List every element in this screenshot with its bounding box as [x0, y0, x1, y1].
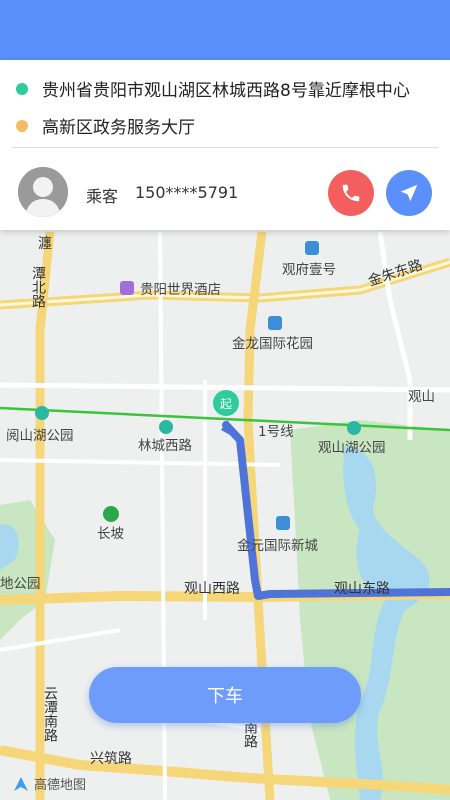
map-label-guanfu: 观府壹号 [282, 262, 336, 278]
map-label-yuntan-north: 潭北路 [30, 265, 46, 308]
map-label-guanshan-side: 观山 [408, 389, 435, 405]
navigate-button[interactable] [386, 170, 432, 216]
map-label-metro-line: 1号线 [258, 424, 294, 440]
metro-station-icon [159, 420, 173, 434]
map-label-changpo: 长坡 [97, 526, 124, 542]
origin-dot-icon [16, 82, 28, 95]
map-label-yuntan-top: 瀍 [38, 235, 52, 252]
header-bar [0, 0, 450, 60]
metro-station-icon [35, 406, 49, 420]
destination-dot-icon [16, 119, 28, 132]
building-icon [268, 316, 282, 330]
map-label-yuntan-south: 云潭南路 [42, 686, 58, 742]
divider [12, 147, 438, 148]
passenger-avatar [18, 167, 68, 217]
alight-button[interactable]: 下车 [89, 667, 361, 723]
park-icon [103, 506, 119, 522]
hotel-icon [120, 281, 134, 295]
navigation-arrow-icon [400, 184, 418, 202]
map-label-south-road: 南路 [242, 720, 258, 748]
map-label-xingzhu: 兴筑路 [90, 751, 132, 767]
avatar-person-icon [18, 167, 68, 217]
passenger-label: 乘客 [86, 187, 119, 206]
call-button[interactable] [328, 170, 374, 216]
map-label-guanshan-east: 观山东路 [334, 581, 390, 597]
building-icon [276, 516, 290, 530]
map-label-jinlong: 金龙国际花园 [232, 336, 313, 352]
trip-info-card: 贵州省贵阳市观山湖区林城西路8号靠近摩根中心 高新区政务服务大厅 乘客 150*… [0, 60, 450, 230]
map-watermark: 高德地图 [12, 774, 86, 793]
map-label-hotel: 贵阳世界酒店 [140, 282, 221, 298]
amap-logo-icon [14, 776, 28, 791]
origin-row: 贵州省贵阳市观山湖区林城西路8号靠近摩根中心 [16, 76, 410, 101]
destination-row: 高新区政务服务大厅 [16, 113, 195, 138]
map-label-yueshanhu: 阅山湖公园 [6, 428, 74, 444]
map-label-linchengxi: 林城西路 [138, 438, 192, 454]
map-label-guanshanhu: 观山湖公园 [318, 440, 386, 456]
building-icon [305, 241, 319, 255]
map-label-park-partial: 地公园 [0, 576, 41, 592]
metro-station-icon [347, 421, 361, 435]
origin-address: 贵州省贵阳市观山湖区林城西路8号靠近摩根中心 [42, 81, 410, 101]
passenger-phone: 150****5791 [135, 183, 239, 202]
map-label-guanshan-west: 观山西路 [184, 581, 240, 597]
map-label-jinyuan: 金元国际新城 [237, 538, 318, 554]
phone-icon [342, 184, 360, 202]
destination-address: 高新区政务服务大厅 [42, 118, 195, 138]
start-marker-label: 起 [220, 397, 232, 411]
watermark-text: 高德地图 [34, 778, 87, 793]
